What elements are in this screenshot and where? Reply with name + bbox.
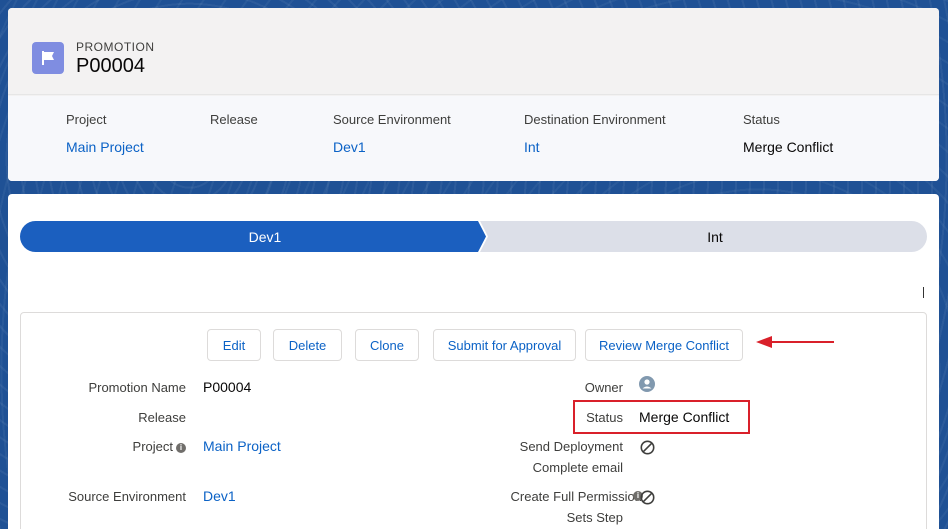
path-stage-int[interactable]: Int xyxy=(660,229,770,245)
send-email-label-1: Send Deployment xyxy=(519,439,623,454)
header-destination-env-link[interactable]: Int xyxy=(524,139,540,155)
project-link[interactable]: Main Project xyxy=(203,438,281,454)
edit-button[interactable]: Edit xyxy=(207,329,261,361)
annotation-arrow-icon xyxy=(756,336,834,348)
path-shapes xyxy=(20,221,927,252)
header-status-value: Merge Conflict xyxy=(743,139,834,155)
owner-avatar-icon[interactable] xyxy=(639,376,655,392)
record-header: PROMOTION P00004 Project Main Project Re… xyxy=(8,8,939,181)
project-label-wrap: Project i xyxy=(133,439,186,454)
header-field-label: Destination Environment xyxy=(524,112,666,127)
header-project-link[interactable]: Main Project xyxy=(66,139,144,155)
full-permission-label-1: Create Full Permission xyxy=(510,489,643,504)
review-merge-conflict-button[interactable]: Review Merge Conflict xyxy=(585,329,743,361)
record-type-label: PROMOTION xyxy=(76,40,155,54)
flag-icon xyxy=(32,42,64,74)
header-title-area: PROMOTION P00004 xyxy=(8,8,939,95)
unchecked-icon xyxy=(640,440,655,455)
info-icon[interactable]: i xyxy=(176,443,186,453)
submit-for-approval-button[interactable]: Submit for Approval xyxy=(433,329,576,361)
full-permission-label-2: Sets Step xyxy=(566,510,623,525)
header-field-label: Release xyxy=(210,112,258,127)
promotion-name-value: P00004 xyxy=(203,379,252,395)
source-environment-link[interactable]: Dev1 xyxy=(203,488,236,504)
header-highlights: Project Main Project Release Source Envi… xyxy=(8,96,939,181)
header-source-env-link[interactable]: Dev1 xyxy=(333,139,366,155)
source-environment-label: Source Environment xyxy=(68,489,186,504)
send-email-label-2: Complete email xyxy=(532,460,623,475)
unchecked-icon xyxy=(640,490,655,505)
owner-label: Owner xyxy=(584,380,623,395)
record-name: P00004 xyxy=(76,55,145,77)
header-field-label: Project xyxy=(66,112,107,127)
delete-button[interactable]: Delete xyxy=(273,329,342,361)
status-label: Status xyxy=(586,410,623,425)
record-detail-card: Dev1 Int Edit Delete Clone Submit for Ap… xyxy=(8,194,939,529)
detail-section: Edit Delete Clone Submit for Approval Re… xyxy=(20,312,927,529)
clone-button[interactable]: Clone xyxy=(355,329,419,361)
header-field-label: Status xyxy=(743,112,780,127)
path-stage-dev1[interactable]: Dev1 xyxy=(210,229,320,245)
promotion-name-label: Promotion Name xyxy=(88,380,186,395)
status-value: Merge Conflict xyxy=(639,409,730,425)
project-label: Project xyxy=(132,439,173,454)
path-bar: Dev1 Int xyxy=(20,221,927,252)
header-field-label: Source Environment xyxy=(333,112,451,127)
text-cursor xyxy=(923,287,924,298)
release-label: Release xyxy=(138,410,186,425)
